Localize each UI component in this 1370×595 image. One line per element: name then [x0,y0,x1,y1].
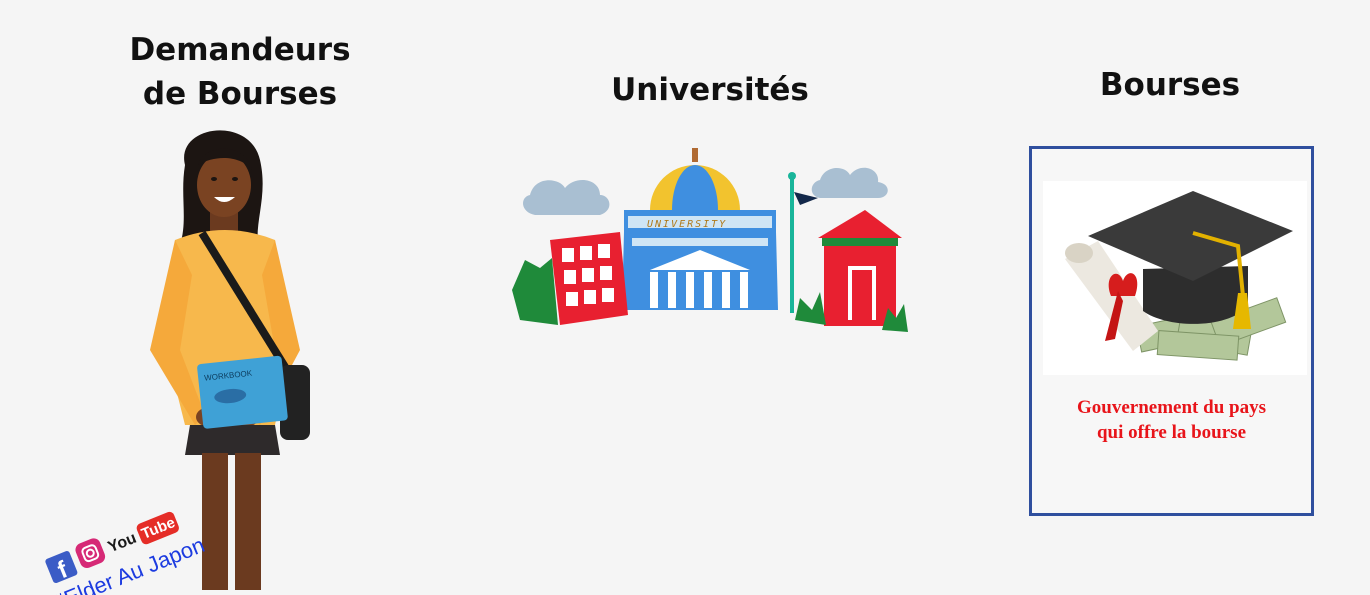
university-icon: UNIVERSITY [512,148,908,332]
bourse-caption: Gouvernement du pays qui offre la bourse [1032,395,1311,445]
instagram-icon [75,538,106,568]
heading-universites: Universités [611,72,809,108]
heading-demandeurs: Demandeurs de Bourses [129,32,351,112]
graduation-cap-icon [1065,191,1293,361]
bourse-card: Gouvernement du pays qui offre la bourse [1029,146,1314,516]
social-watermark: f You Tube #Elder Au Japon [45,511,208,595]
university-sign: UNIVERSITY [647,219,727,230]
svg-text:You: You [106,530,139,557]
graduation-cap-photo [1043,181,1307,375]
bourse-caption-line2: qui offre la bourse [1096,422,1246,443]
bourse-caption-line1: Gouvernement du pays [1077,397,1266,418]
heading-bourses: Bourses [1099,67,1241,103]
